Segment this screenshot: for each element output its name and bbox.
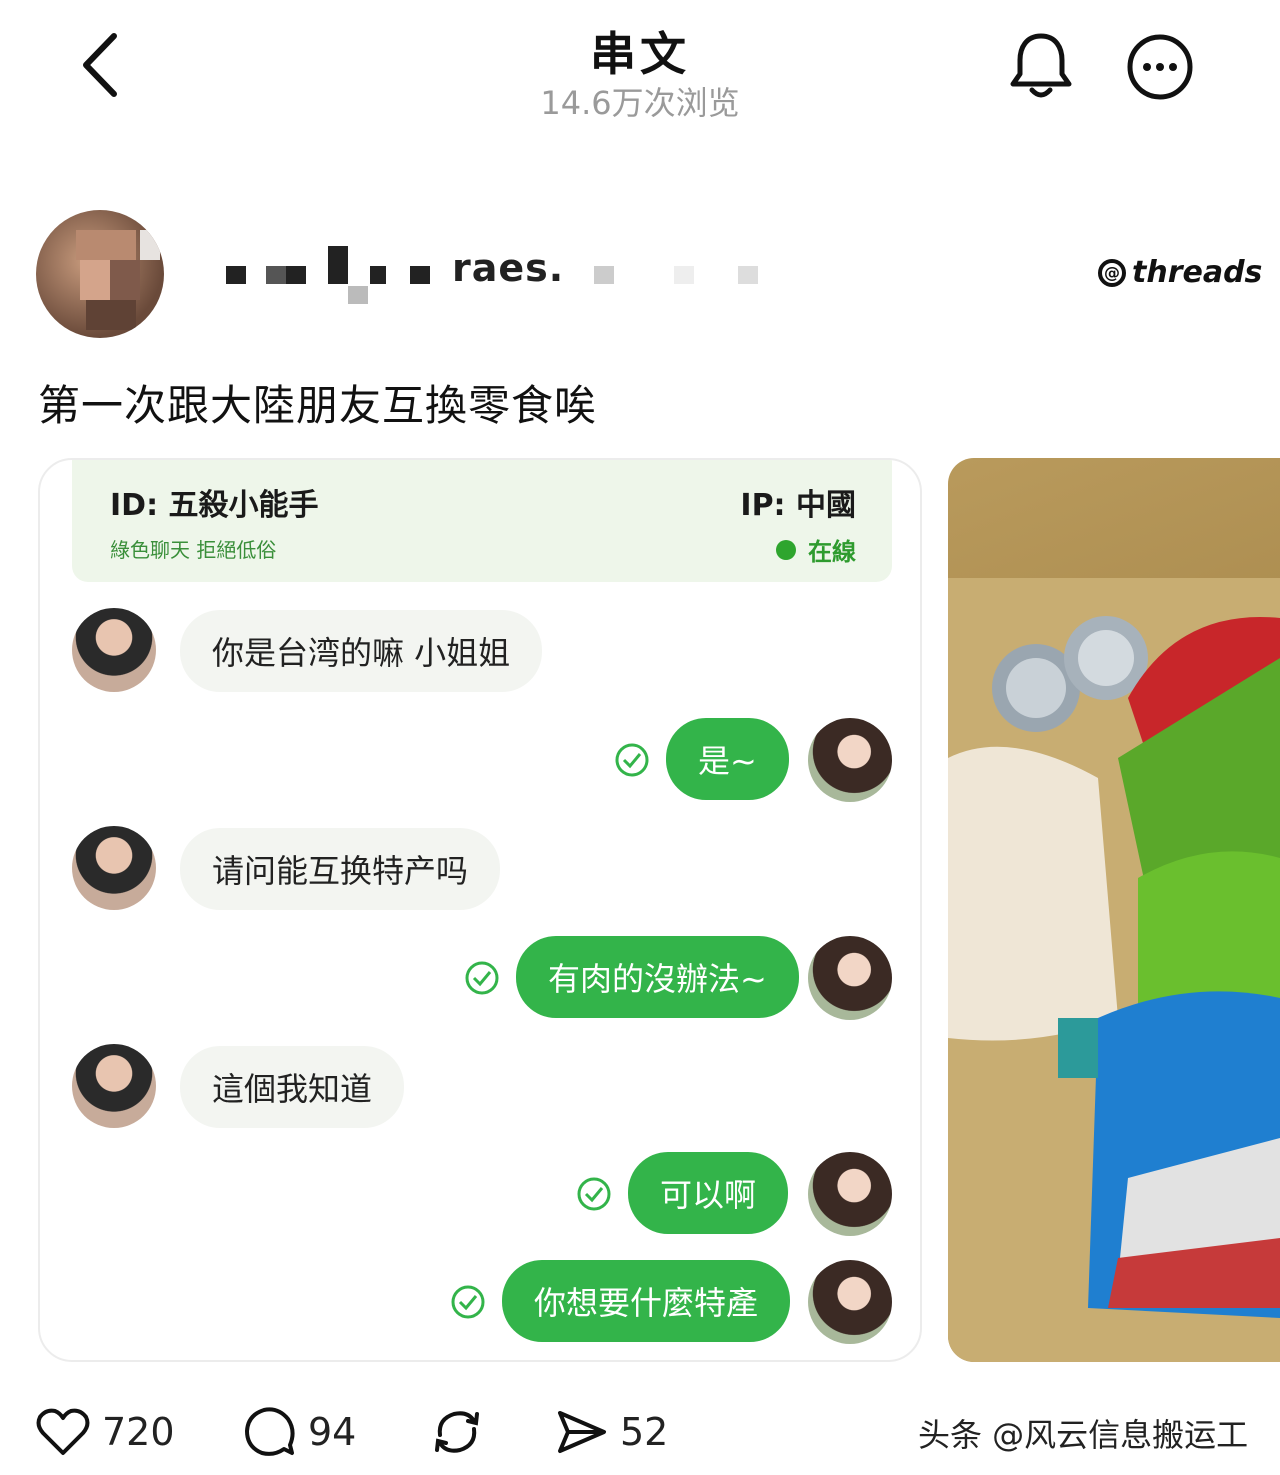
threads-label: threads — [1132, 255, 1263, 290]
username-redaction — [348, 286, 368, 304]
receiver-avatar — [808, 1152, 892, 1236]
threads-watermark: @ threads — [1098, 255, 1262, 290]
username-redaction — [226, 266, 246, 284]
username-fragment: raes. — [452, 246, 565, 290]
username-redaction — [328, 246, 348, 284]
snack-box-photo[interactable] — [948, 458, 1280, 1362]
chat-bubble-received: 请问能互换特产吗 — [180, 828, 501, 910]
receiver-avatar — [808, 936, 892, 1020]
check-circle-icon — [615, 743, 649, 777]
author-username[interactable]: raes. — [220, 240, 820, 304]
chat-bubble-sent: 你想要什麼特產 — [502, 1260, 791, 1342]
chat-bubble-sent: 可以啊 — [628, 1152, 789, 1234]
comment-button[interactable]: 94 — [242, 1400, 356, 1464]
username-redaction — [674, 266, 694, 284]
chat-bubble-received: 你是台湾的嘛 小姐姐 — [180, 610, 543, 692]
source-watermark: 头条 @风云信息搬运工 — [918, 1416, 1249, 1454]
bell-icon — [1010, 33, 1072, 98]
notification-button[interactable] — [1008, 30, 1074, 102]
comment-icon — [245, 1407, 295, 1456]
threads-logo-icon: @ — [1098, 258, 1126, 287]
receiver-avatar — [808, 1260, 892, 1344]
view-count: 14.6万次浏览 — [540, 84, 740, 122]
sender-avatar — [72, 1044, 156, 1128]
chat-bubble-sent: 有肉的沒辦法~ — [516, 936, 799, 1018]
username-redaction — [410, 266, 430, 284]
username-redaction — [738, 266, 758, 284]
chat-id: ID: 五殺小能手 — [110, 488, 319, 523]
author-avatar[interactable] — [36, 210, 164, 338]
username-redaction — [266, 266, 286, 284]
avatar-pixel — [80, 260, 110, 300]
chat-ip: IP: 中國 — [740, 488, 856, 523]
check-circle-icon — [577, 1177, 611, 1211]
username-redaction — [286, 266, 306, 284]
more-icon — [1127, 34, 1193, 100]
page-title: 串文 — [590, 27, 690, 81]
online-label: 在線 — [808, 538, 856, 566]
username-redaction — [594, 266, 614, 284]
chat-bubble-sent: 是~ — [666, 718, 789, 800]
chat-slogan: 綠色聊天 拒絕低俗 — [110, 538, 277, 562]
check-circle-icon — [465, 961, 499, 995]
repost-button[interactable] — [430, 1400, 484, 1464]
receiver-avatar — [808, 718, 892, 802]
repost-icon — [435, 1411, 479, 1453]
post-text: 第一次跟大陸朋友互換零食唉 — [38, 381, 598, 430]
top-bar: 串文 14.6万次浏览 — [0, 0, 1280, 140]
sender-avatar — [72, 826, 156, 910]
chat-header: ID: 五殺小能手 IP: 中國 綠色聊天 拒絕低俗 在線 — [72, 460, 892, 582]
chat-bubble-received: 這個我知道 — [180, 1046, 405, 1128]
online-status: 在線 — [776, 532, 856, 567]
avatar-pixel — [110, 260, 140, 300]
avatar-pixel — [140, 230, 160, 260]
comment-count: 94 — [308, 1410, 357, 1454]
share-button[interactable]: 52 — [554, 1400, 668, 1464]
like-count: 720 — [102, 1410, 175, 1454]
more-options-button[interactable] — [1126, 33, 1194, 101]
avatar-pixel — [86, 300, 136, 330]
send-icon — [558, 1411, 606, 1453]
like-button[interactable]: 720 — [36, 1400, 175, 1464]
heart-icon — [36, 1408, 90, 1455]
avatar-pixel — [76, 230, 136, 260]
username-redaction — [370, 266, 386, 284]
chat-screenshot-image[interactable]: ID: 五殺小能手 IP: 中國 綠色聊天 拒絕低俗 在線 你是台湾的嘛 小姐姐… — [38, 458, 922, 1362]
share-count: 52 — [620, 1410, 669, 1454]
snack-photo-drawing — [948, 578, 1280, 1362]
online-dot-icon — [776, 539, 796, 560]
check-circle-icon — [451, 1285, 485, 1319]
sender-avatar — [72, 608, 156, 692]
